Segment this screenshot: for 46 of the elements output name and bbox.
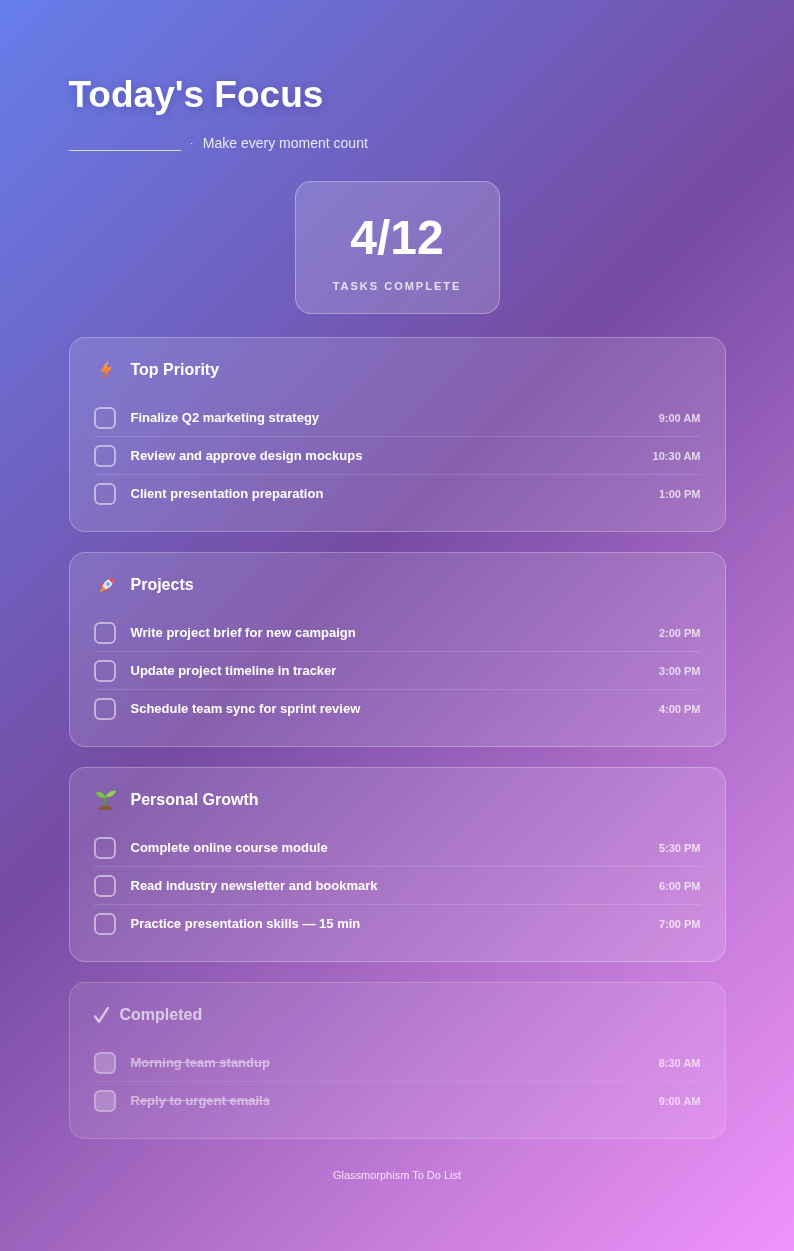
checkbox[interactable] <box>93 659 116 682</box>
task-time: 10:30 AM <box>652 448 701 463</box>
task-label: Morning team standup <box>130 1054 271 1071</box>
task-label: Review and approve design mockups <box>130 447 364 464</box>
task-label: Reply to urgent emails <box>130 1093 271 1109</box>
task-time: 9:00 AM <box>658 410 701 425</box>
separator-dot: · <box>189 135 194 151</box>
sprout-icon <box>95 790 116 810</box>
section-title: Personal Growth <box>130 790 259 810</box>
section-title: Top Priority <box>130 360 220 380</box>
task-label: Finalize Q2 marketing strategy <box>130 409 321 426</box>
task-time: 7:00 PM <box>658 917 701 931</box>
task-time: 8:30 AM <box>658 1055 701 1070</box>
task-label: Read industry newsletter and bookmark <box>130 877 379 894</box>
checkbox[interactable] <box>93 406 116 429</box>
task-time: 2:00 PM <box>658 625 701 640</box>
task-label: Complete online course module <box>130 839 329 856</box>
checkbox[interactable] <box>93 621 116 644</box>
checkbox[interactable] <box>93 483 116 505</box>
task-time: 5:30 PM <box>658 840 701 855</box>
page-title: Today's Focus <box>68 73 324 117</box>
task-label: Update project timeline in tracker <box>130 662 338 679</box>
checkbox[interactable] <box>93 874 116 897</box>
checkbox[interactable] <box>93 698 116 720</box>
task-time: 4:00 PM <box>658 702 701 716</box>
section-title: Completed <box>119 1005 203 1025</box>
task-time: 6:00 PM <box>658 878 701 893</box>
task-time: 3:00 PM <box>658 663 701 678</box>
bolt-icon <box>99 360 112 380</box>
task-label: Practice presentation skills — 15 min <box>130 916 362 932</box>
task-label: Schedule team sync for sprint review <box>130 701 362 717</box>
checkbox[interactable] <box>93 1090 116 1112</box>
stats-label: TASKS COMPLETE <box>332 280 462 293</box>
stats-count: 4/12 <box>350 210 444 266</box>
footer-text: Glassmorphism To Do List <box>332 1169 462 1182</box>
subtitle: Make every moment count <box>202 135 368 151</box>
checkbox[interactable] <box>93 836 116 859</box>
check-icon <box>93 1007 109 1023</box>
task-time: 1:00 PM <box>658 487 701 501</box>
task-time: 9:00 AM <box>658 1094 701 1108</box>
section-title: Projects <box>130 575 194 595</box>
task-label: Client presentation preparation <box>130 486 325 502</box>
task-label: Write project brief for new campaign <box>130 624 357 641</box>
checkbox[interactable] <box>93 1051 116 1074</box>
checkbox[interactable] <box>93 444 116 467</box>
checkbox[interactable] <box>93 913 116 935</box>
